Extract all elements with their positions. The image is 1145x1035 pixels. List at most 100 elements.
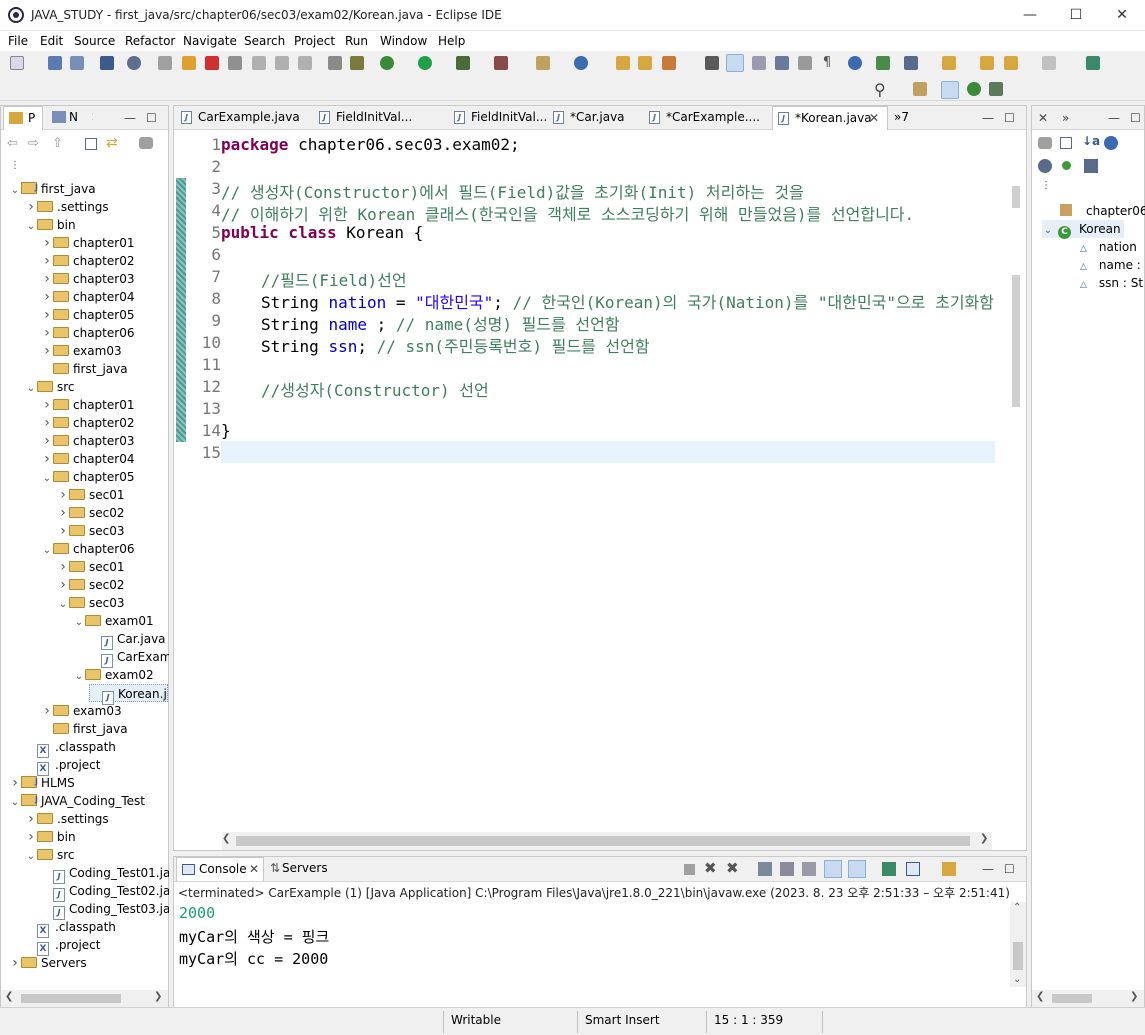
close-tab-icon[interactable]: ✕ xyxy=(249,858,259,880)
scroll-thumb[interactable] xyxy=(1012,186,1020,208)
open-type-icon[interactable] xyxy=(616,56,630,70)
run-icon[interactable] xyxy=(418,56,432,70)
use-step-filters-icon[interactable] xyxy=(328,56,342,70)
tree-item[interactable]: › exam03 xyxy=(41,342,121,360)
tab-carexample[interactable]: J CarExample.java xyxy=(176,106,310,130)
chevron-right-icon[interactable]: › xyxy=(41,252,53,270)
word-wrap-icon[interactable] xyxy=(802,862,816,876)
expand-all-icon[interactable] xyxy=(1060,137,1072,149)
chevron-right-icon[interactable]: › xyxy=(57,558,69,576)
tree-item[interactable]: ⌄ bin xyxy=(25,216,76,234)
tab-korean[interactable]: J *Korean.java ✕ xyxy=(772,106,888,130)
tree-item[interactable]: › bin xyxy=(25,828,75,846)
suspend-icon[interactable] xyxy=(182,56,196,70)
resume-icon[interactable] xyxy=(158,56,172,70)
minimize-editor-icon[interactable]: — xyxy=(982,111,994,125)
menu-search[interactable]: Search xyxy=(244,34,285,48)
maximize-button[interactable]: ☐ xyxy=(1053,0,1099,31)
chevron-right-icon[interactable]: › xyxy=(41,702,53,720)
tree-item[interactable]: › HLMS xyxy=(9,773,75,792)
menu-file[interactable]: File xyxy=(8,34,28,48)
step-return-icon[interactable] xyxy=(298,56,312,70)
scroll-thumb[interactable] xyxy=(1013,942,1023,970)
maximize-editor-icon[interactable]: ☐ xyxy=(1004,111,1015,125)
tab-console[interactable]: Console ✕ xyxy=(176,857,264,881)
tree-item[interactable]: first_java xyxy=(41,360,128,378)
chevron-right-icon[interactable]: › xyxy=(41,432,53,450)
tree-item[interactable]: ⌄ src xyxy=(25,846,75,864)
word-wrap-icon[interactable] xyxy=(798,56,812,70)
chevron-down-icon[interactable]: ⌄ xyxy=(57,596,69,614)
chevron-right-icon[interactable]: › xyxy=(41,396,53,414)
scroll-up-icon[interactable]: ⌃ xyxy=(1013,902,1021,913)
tab-carexample-modified[interactable]: J *CarExample.... xyxy=(644,106,774,130)
step-over-icon[interactable] xyxy=(275,56,289,70)
menu-project[interactable]: Project xyxy=(294,34,335,48)
search-tool-icon[interactable] xyxy=(662,56,676,70)
minimize-view-icon[interactable]: — xyxy=(124,111,136,125)
scroll-down-icon[interactable]: ⌄ xyxy=(1013,974,1021,985)
block-selection-icon[interactable] xyxy=(752,56,766,70)
tree-item[interactable]: › exam03 xyxy=(41,702,121,720)
chevron-down-icon[interactable]: ⌄ xyxy=(73,614,85,632)
tree-item[interactable]: › chapter06 xyxy=(41,324,134,342)
tree-item[interactable]: › chapter03 xyxy=(41,432,134,450)
chevron-down-icon[interactable]: ⌄ xyxy=(25,218,37,236)
tree-item[interactable]: › sec02 xyxy=(57,504,124,522)
pin-console-icon[interactable] xyxy=(882,862,896,876)
code-editor[interactable]: 1 2 3 4 5 6 7 8 9 10 11 12 13 14 15 pack… xyxy=(174,130,1026,850)
collapse-all-icon[interactable] xyxy=(85,138,97,150)
menu-refactor[interactable]: Refactor xyxy=(125,34,175,48)
scroll-right-icon[interactable]: ❯ xyxy=(154,991,162,1002)
close-tab-icon[interactable]: ✕ xyxy=(869,107,879,129)
maximize-view-icon[interactable]: ☐ xyxy=(1130,111,1141,125)
open-perspective-java-icon[interactable] xyxy=(876,56,890,70)
tab-fieldinitval-1[interactable]: J FieldInitVal... xyxy=(314,106,444,130)
outline-field-ssn[interactable]: △ ssn : St xyxy=(1080,274,1143,292)
scroll-left-icon[interactable]: ❮ xyxy=(1036,991,1044,1002)
close-tab-icon[interactable]: ✕ xyxy=(91,106,93,128)
tree-item[interactable]: › chapter03 xyxy=(41,270,134,288)
menu-help[interactable]: Help xyxy=(438,34,465,48)
chevron-down-icon[interactable]: ⌄ xyxy=(9,794,21,812)
minimize-view-icon[interactable]: — xyxy=(982,862,994,876)
console-output[interactable]: 2000 myCar의 색상 = 핑크 myCar의 cc = 2000 ⌃ ⌄ xyxy=(174,902,1026,1007)
pilcrow-icon[interactable]: ¶ xyxy=(820,56,834,70)
coverage-icon[interactable] xyxy=(456,56,470,70)
chevron-right-icon[interactable]: › xyxy=(57,504,69,522)
horizontal-scrollbar[interactable]: ❮ ❯ xyxy=(1032,990,1144,1007)
outline-field-name[interactable]: △ name : xyxy=(1080,256,1141,274)
outline-package[interactable]: chapter06 xyxy=(1060,202,1145,220)
menu-window[interactable]: Window xyxy=(380,34,427,48)
scroll-right-icon[interactable]: ❯ xyxy=(980,833,988,844)
tree-item[interactable]: X .classpath xyxy=(25,918,116,938)
maximize-view-icon[interactable]: ☐ xyxy=(146,111,157,125)
tab-package-explorer[interactable]: P xyxy=(3,106,43,130)
show-console-on-error-icon[interactable] xyxy=(848,860,866,878)
tree-item[interactable]: › .settings xyxy=(25,810,108,828)
sort-icon[interactable]: ↓a xyxy=(1082,134,1100,148)
tree-item[interactable]: J Car.java xyxy=(89,630,166,650)
tree-item[interactable]: ⌄ sec03 xyxy=(57,594,125,612)
show-whitespace-icon[interactable] xyxy=(775,56,789,70)
collapse-all-icon[interactable] xyxy=(1038,137,1052,149)
menu-run[interactable]: Run xyxy=(345,34,368,48)
search-icon[interactable]: ⚲ xyxy=(874,80,886,99)
tree-item[interactable]: › sec02 xyxy=(57,576,124,594)
chevron-down-icon[interactable]: ⌄ xyxy=(73,668,85,686)
up-icon[interactable]: ⇧ xyxy=(52,136,63,151)
link-with-editor-icon[interactable]: ⇄ xyxy=(106,135,118,151)
debug-icon[interactable] xyxy=(380,56,394,70)
tree-item[interactable]: first_java xyxy=(41,720,128,738)
chevron-right-icon[interactable]: › xyxy=(25,198,37,216)
skip-breakpoints-icon[interactable] xyxy=(127,56,141,70)
menu-source[interactable]: Source xyxy=(74,34,115,48)
open-task-icon[interactable] xyxy=(638,56,652,70)
tree-item[interactable]: J Coding_Test02.ja xyxy=(41,882,169,902)
minimize-button[interactable]: — xyxy=(1007,0,1053,31)
new-java-project-icon[interactable] xyxy=(536,56,550,70)
open-perspective-icon[interactable] xyxy=(913,82,927,96)
horizontal-scrollbar[interactable]: ❮ ❯ xyxy=(1,990,168,1007)
step-into-icon[interactable] xyxy=(252,56,266,70)
chevron-down-icon[interactable]: ⌄ xyxy=(25,848,37,866)
